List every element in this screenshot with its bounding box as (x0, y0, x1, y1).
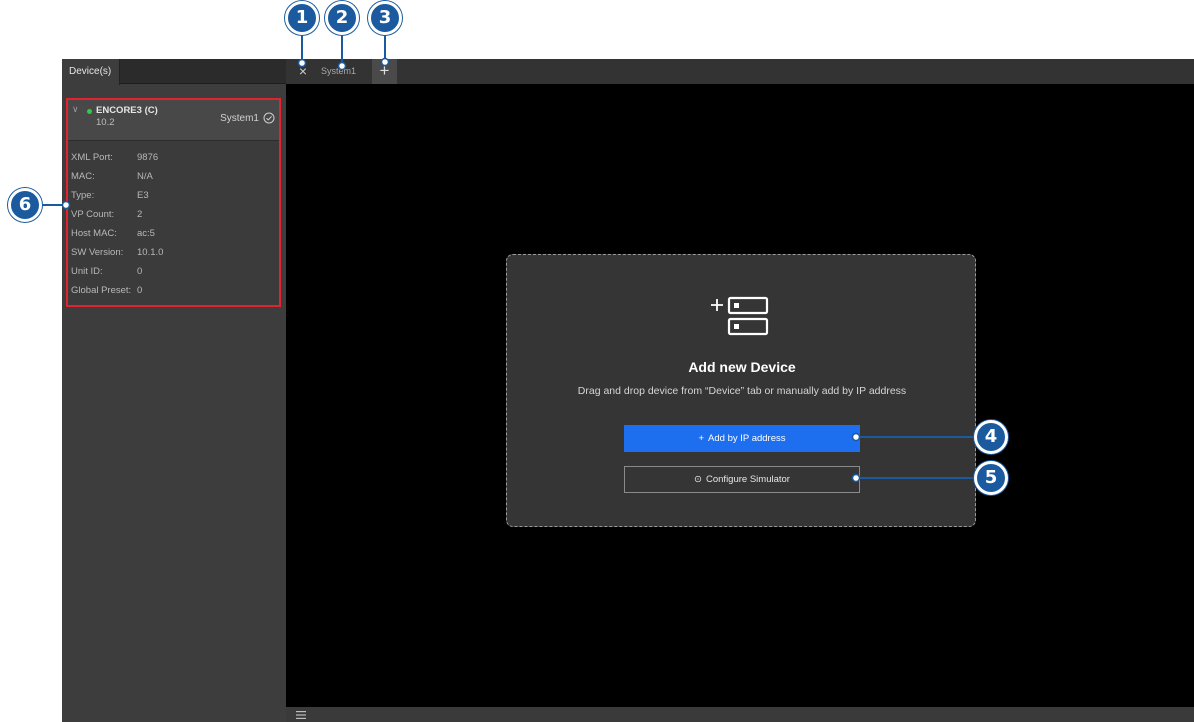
callout-2: 2 (325, 1, 359, 35)
app-window: Device(s) ∨ ENCORE3 (C) 10.2 System1 XML… (0, 0, 1194, 722)
property-key: XML Port: (71, 152, 113, 163)
add-by-ip-label: Add by IP address (708, 433, 786, 444)
property-value: 9876 (137, 152, 159, 163)
device-ip: 10.2 (96, 117, 115, 128)
dropzone-title: Add new Device (688, 359, 796, 375)
device-system-label: System1 (220, 113, 259, 124)
property-key: Global Preset: (71, 285, 132, 296)
add-device-dropzone[interactable]: Add new Device Drag and drop device from… (506, 254, 976, 527)
configure-simulator-label: Configure Simulator (706, 474, 790, 485)
callout-5: 5 (974, 461, 1008, 495)
device-card-header[interactable]: ∨ ENCORE3 (C) 10.2 System1 (68, 100, 279, 141)
callout-3: 3 (368, 1, 402, 35)
system-tab-strip: × System1 + (286, 59, 1194, 84)
property-key: Type: (71, 190, 95, 201)
close-icon[interactable]: × (296, 61, 310, 81)
check-circle-icon (263, 112, 275, 124)
add-server-icon (711, 296, 769, 336)
hamburger-menu-icon[interactable] (296, 711, 306, 719)
property-value: 2 (137, 209, 143, 220)
callout-6: 6 (8, 188, 42, 222)
property-value: N/A (137, 171, 153, 182)
device-panel: Device(s) ∨ ENCORE3 (C) 10.2 System1 XML… (62, 59, 286, 722)
property-value: 0 (137, 266, 143, 277)
callout-4: 4 (974, 420, 1008, 454)
plus-icon: + (698, 433, 705, 444)
simulator-icon: ⊙ (694, 474, 702, 485)
tab-devices[interactable]: Device(s) (62, 59, 120, 85)
chevron-down-icon[interactable]: ∨ (72, 104, 79, 115)
property-key: Unit ID: (71, 266, 103, 277)
tab-system1[interactable]: System1 (316, 59, 372, 84)
device-name: ENCORE3 (C) (96, 105, 158, 116)
property-key: MAC: (71, 171, 95, 182)
property-value: ac:5 (137, 228, 155, 239)
configure-simulator-button[interactable]: ⊙ Configure Simulator (624, 466, 860, 493)
property-key: VP Count: (71, 209, 115, 220)
property-key: Host MAC: (71, 228, 117, 239)
bottom-status-bar (286, 707, 1194, 722)
plus-icon[interactable]: + (372, 59, 397, 84)
dropzone-subtitle: Drag and drop device from “Device” tab o… (577, 385, 907, 397)
device-card[interactable]: ∨ ENCORE3 (C) 10.2 System1 XML Port: 987… (66, 98, 281, 307)
property-value: 0 (137, 285, 143, 296)
online-status-icon (87, 109, 92, 114)
device-panel-tabbar: Device(s) (62, 59, 286, 85)
property-key: SW Version: (71, 247, 124, 258)
property-value: E3 (137, 190, 149, 201)
add-by-ip-button[interactable]: + Add by IP address (624, 425, 860, 452)
callout-1: 1 (285, 1, 319, 35)
property-value: 10.1.0 (137, 247, 164, 258)
